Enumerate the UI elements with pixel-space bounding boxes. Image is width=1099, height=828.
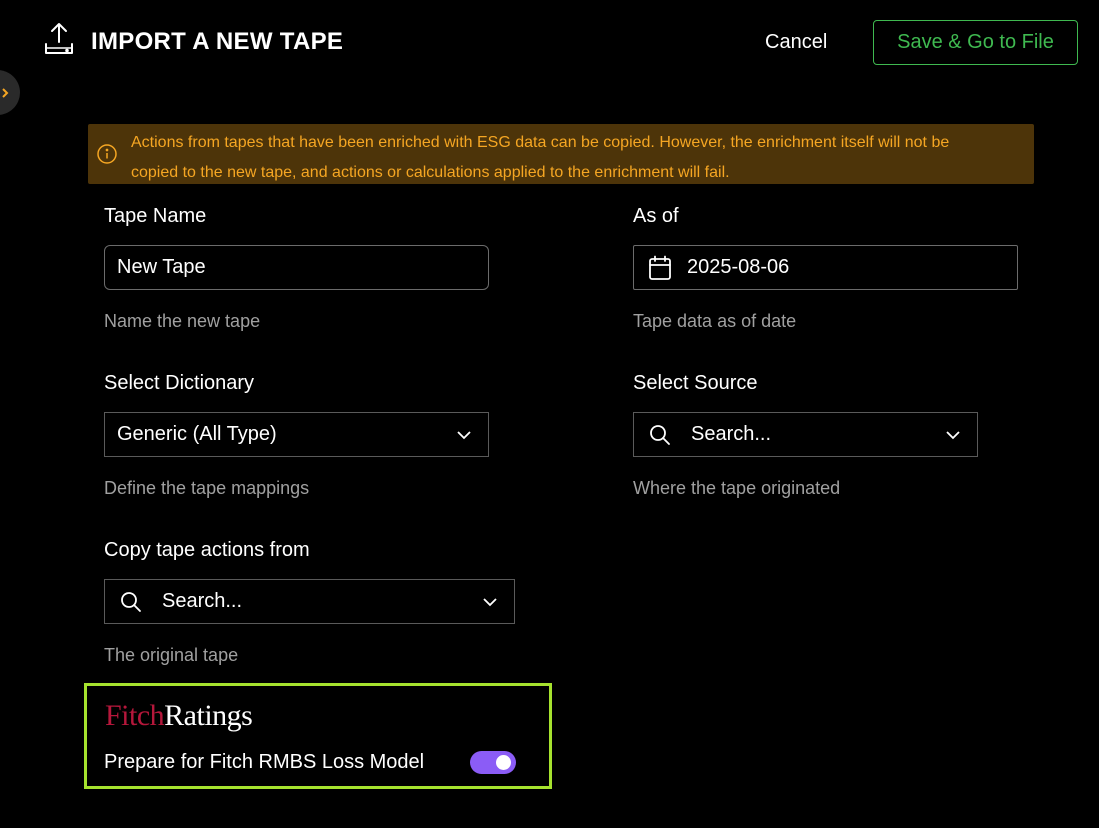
as-of-value: 2025-08-06 bbox=[687, 256, 790, 278]
ratings-logo-text: Ratings bbox=[164, 699, 253, 732]
search-icon bbox=[650, 424, 670, 445]
toggle-knob bbox=[496, 755, 511, 770]
chevron-down-icon bbox=[457, 430, 471, 439]
copy-actions-label: Copy tape actions from bbox=[104, 539, 310, 561]
calendar-icon bbox=[649, 255, 671, 280]
copy-actions-hint: The original tape bbox=[104, 645, 239, 665]
page-title: IMPORT A NEW TAPE bbox=[91, 28, 344, 55]
as-of-label: As of bbox=[633, 205, 679, 227]
chevron-down-icon bbox=[483, 597, 497, 606]
tape-name-input[interactable]: New Tape bbox=[104, 245, 489, 290]
dictionary-label: Select Dictionary bbox=[104, 372, 255, 394]
chevron-right-icon bbox=[2, 88, 9, 98]
as-of-hint: Tape data as of date bbox=[633, 311, 797, 331]
source-search-input[interactable]: Search... bbox=[691, 423, 945, 446]
info-icon bbox=[97, 144, 117, 164]
tape-name-label: Tape Name bbox=[104, 205, 207, 227]
cancel-button[interactable]: Cancel bbox=[757, 22, 835, 62]
fitch-toggle-label: Prepare for Fitch RMBS Loss Model bbox=[104, 751, 425, 773]
fitch-rmbs-toggle[interactable] bbox=[470, 751, 516, 774]
fitch-logo-text: Fitch bbox=[105, 699, 165, 732]
upload-icon bbox=[45, 23, 73, 54]
esg-warning-banner: Actions from tapes that have been enrich… bbox=[88, 124, 1034, 184]
tape-name-value: New Tape bbox=[117, 256, 206, 278]
source-hint: Where the tape originated bbox=[633, 478, 841, 498]
dictionary-value: Generic (All Type) bbox=[117, 423, 277, 445]
copy-actions-select[interactable]: Search... bbox=[104, 579, 515, 624]
chevron-down-icon bbox=[946, 430, 960, 439]
copy-actions-search-input[interactable]: Search... bbox=[162, 590, 482, 613]
sidebar-expand-button[interactable] bbox=[0, 70, 20, 115]
fitch-section: FitchRatings Prepare for Fitch RMBS Loss… bbox=[84, 683, 552, 789]
tape-name-hint: Name the new tape bbox=[104, 311, 261, 331]
dictionary-select[interactable]: Generic (All Type) bbox=[104, 412, 489, 457]
save-go-to-file-button[interactable]: Save & Go to File bbox=[873, 20, 1078, 65]
as-of-date-picker[interactable]: 2025-08-06 bbox=[633, 245, 1018, 290]
source-select[interactable]: Search... bbox=[633, 412, 978, 457]
dictionary-hint: Define the tape mappings bbox=[104, 478, 310, 498]
warning-text: Actions from tapes that have been enrich… bbox=[131, 134, 950, 181]
search-icon bbox=[121, 591, 141, 612]
source-label: Select Source bbox=[633, 372, 758, 394]
fitch-ratings-logo: FitchRatings bbox=[105, 699, 253, 733]
